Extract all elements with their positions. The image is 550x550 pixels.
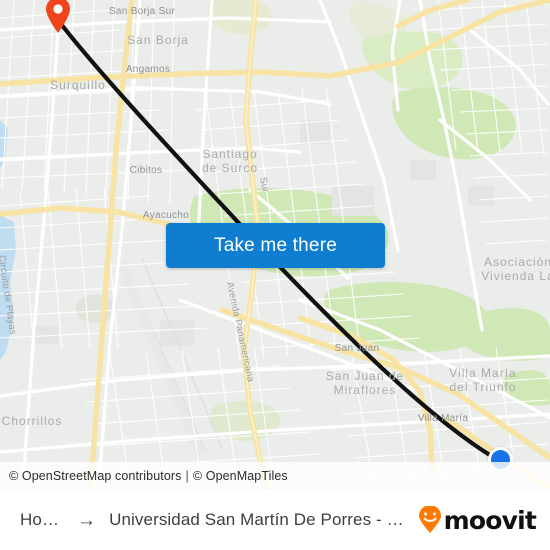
- map-canvas[interactable]: San Borja Sur San Borja Angamos Surquill…: [0, 0, 550, 490]
- origin-marker-pin[interactable]: [44, 0, 72, 34]
- moovit-logo[interactable]: moovit: [417, 505, 537, 535]
- attribution-separator: |: [185, 469, 189, 483]
- moovit-pin-smiley-icon: [418, 506, 441, 533]
- route-summary[interactable]: Hos... → Universidad San Martín De Porre…: [20, 510, 407, 530]
- moovit-route-widget: San Borja Sur San Borja Angamos Surquill…: [0, 0, 550, 550]
- route-destination-name: Universidad San Martín De Porres - Facul…: [109, 510, 407, 529]
- take-me-there-button[interactable]: Take me there: [166, 223, 385, 268]
- route-origin-name: Hos...: [20, 510, 64, 529]
- bottom-bar: Hos... → Universidad San Martín De Porre…: [0, 490, 550, 550]
- attribution-osm[interactable]: © OpenStreetMap contributors: [9, 469, 182, 483]
- arrow-right-icon: →: [77, 509, 97, 531]
- map-attribution: © OpenStreetMap contributors | © OpenMap…: [0, 462, 550, 490]
- moovit-wordmark: moovit: [443, 505, 537, 535]
- attribution-openmaptiles[interactable]: © OpenMapTiles: [193, 469, 288, 483]
